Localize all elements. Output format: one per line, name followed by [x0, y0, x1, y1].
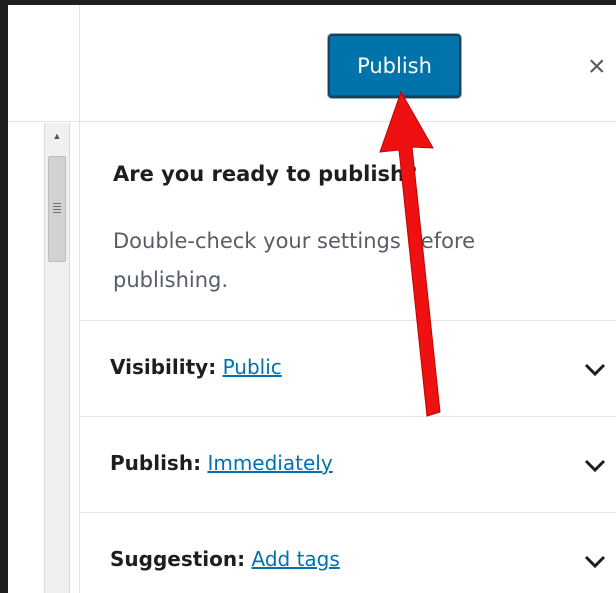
panel-header: Publish ×: [80, 5, 616, 122]
publish-date-link[interactable]: Immediately: [207, 451, 332, 475]
scrollbar[interactable]: ▲: [44, 123, 70, 593]
intro-title: Are you ready to publish?: [113, 162, 418, 186]
visibility-link[interactable]: Public: [223, 355, 282, 379]
intro-text: Double-check your settings before publis…: [113, 229, 476, 292]
window-frame-left: [0, 0, 8, 593]
chevron-down-icon[interactable]: [582, 455, 608, 475]
suggestion-label: Suggestion: Add tags: [110, 547, 340, 571]
grip-icon: [53, 203, 61, 213]
header-divider: [8, 121, 79, 122]
publish-intro: Are you ready to publish? Double-check y…: [80, 122, 616, 321]
visibility-row[interactable]: Visibility: Public: [80, 321, 616, 417]
publish-button[interactable]: Publish: [328, 34, 461, 98]
pre-publish-panel: Publish × Are you ready to publish? Doub…: [80, 5, 616, 593]
publish-date-label: Publish: Immediately: [110, 451, 333, 475]
scrollbar-thumb[interactable]: [48, 156, 66, 262]
editor-column: ▲: [8, 5, 80, 593]
visibility-key: Visibility:: [110, 355, 217, 379]
chevron-down-icon[interactable]: [582, 551, 608, 571]
visibility-label: Visibility: Public: [110, 355, 282, 379]
publish-date-row[interactable]: Publish: Immediately: [80, 417, 616, 513]
suggestion-key: Suggestion:: [110, 547, 246, 571]
chevron-down-icon[interactable]: [582, 359, 608, 379]
publish-date-key: Publish:: [110, 451, 202, 475]
close-icon[interactable]: ×: [588, 49, 616, 85]
arrow-up-icon[interactable]: ▲: [45, 129, 69, 143]
suggestion-row[interactable]: Suggestion: Add tags: [80, 513, 616, 593]
suggestion-link[interactable]: Add tags: [252, 547, 340, 571]
